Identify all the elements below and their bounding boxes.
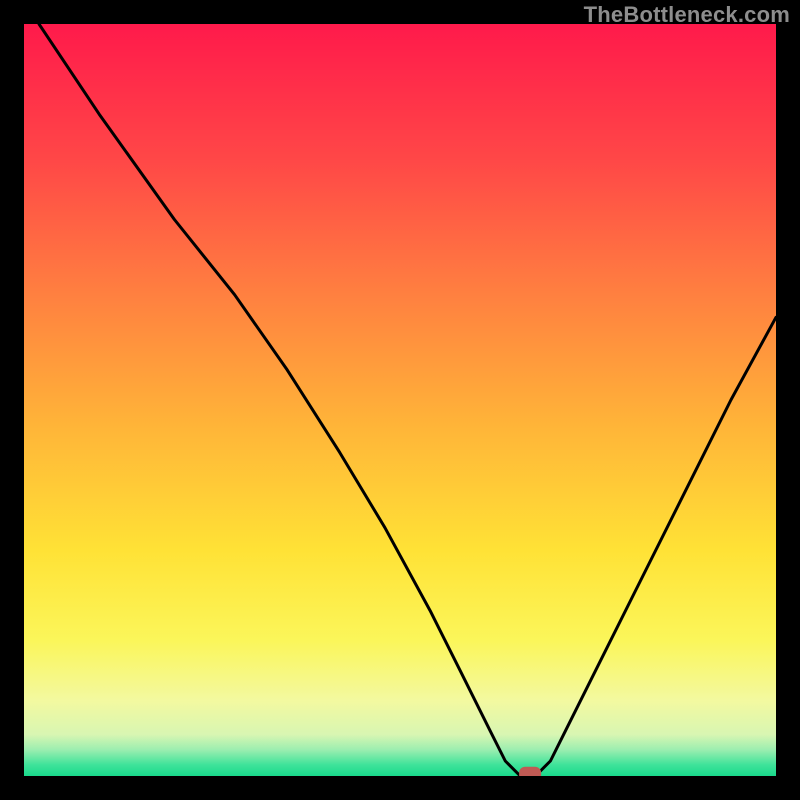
chart-svg [24,24,776,776]
bottleneck-marker [519,767,541,776]
bottleneck-chart [24,24,776,776]
watermark-text: TheBottleneck.com [584,2,790,28]
chart-background [24,24,776,776]
